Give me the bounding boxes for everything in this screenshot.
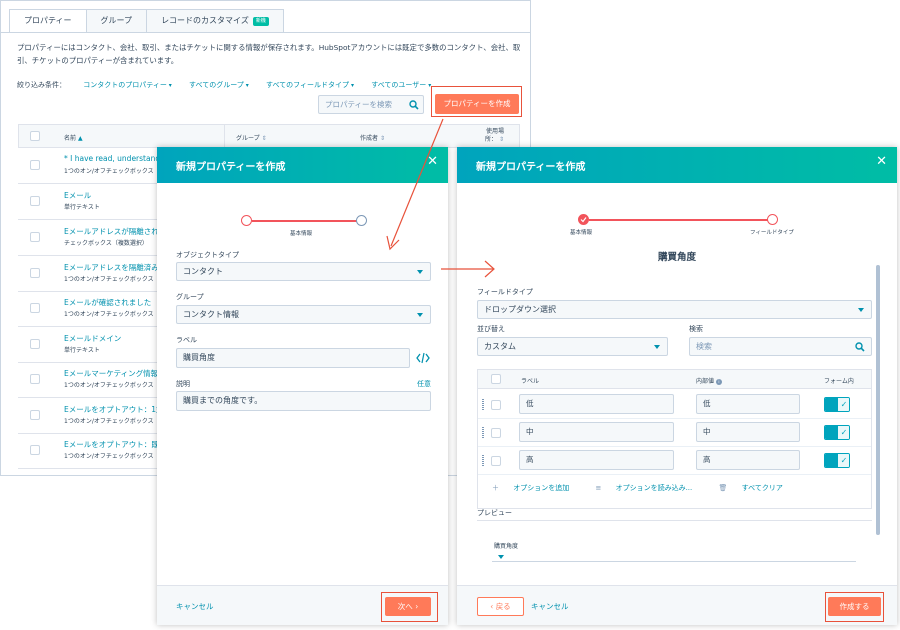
arrow-to-step1 [390, 118, 444, 247]
annotation-arrows [386, 118, 495, 278]
